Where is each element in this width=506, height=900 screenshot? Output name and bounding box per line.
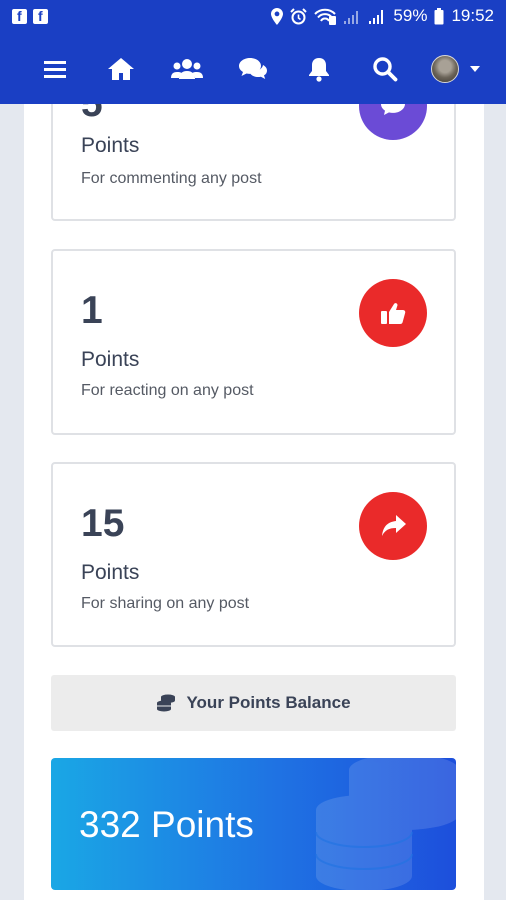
home-icon[interactable] [105, 54, 137, 84]
signal-icon [369, 9, 384, 24]
app-header: 59% 19:52 [0, 0, 506, 104]
messages-icon[interactable] [237, 54, 269, 84]
notifications-bell-icon[interactable] [303, 54, 335, 84]
facebook-notification-icon [12, 8, 27, 24]
friends-icon[interactable] [171, 54, 203, 84]
total-points-card: 332 Points [51, 758, 456, 890]
points-label: Points [81, 134, 140, 157]
main-nav [0, 46, 506, 92]
facebook-notification-icon [33, 8, 48, 24]
points-value: 1 [81, 289, 103, 332]
search-icon[interactable] [369, 54, 401, 84]
coins-icon [157, 694, 176, 712]
points-description: For reacting on any post [81, 382, 254, 399]
battery-percent: 59% [393, 6, 428, 25]
signal-icon [344, 10, 359, 24]
points-balance-label: Your Points Balance [186, 693, 351, 712]
points-page: 5 Points For commenting any post 1 Point… [24, 104, 484, 900]
points-card-reacting: 1 Points For reacting on any post [51, 249, 456, 435]
points-description: For commenting any post [81, 170, 262, 187]
battery-icon [434, 7, 444, 24]
thumbs-up-icon [359, 279, 427, 347]
points-card-commenting: 5 Points For commenting any post [51, 104, 456, 221]
chevron-down-icon[interactable] [470, 66, 480, 72]
points-label: Points [81, 561, 140, 584]
points-label: Points [81, 348, 140, 371]
clock: 19:52 [451, 6, 494, 25]
status-bar: 59% 19:52 [0, 0, 506, 36]
points-card-sharing: 15 Points For sharing on any post [51, 462, 456, 647]
menu-icon[interactable] [39, 54, 71, 84]
points-value: 15 [81, 502, 125, 545]
avatar[interactable] [431, 55, 459, 83]
points-balance-header: Your Points Balance [51, 675, 456, 731]
points-description: For sharing on any post [81, 595, 250, 612]
profile-avatar[interactable] [429, 54, 461, 84]
wifi-icon [314, 8, 337, 25]
comment-icon [359, 104, 427, 140]
total-points-value: 332 Points [79, 804, 254, 845]
coins-icon [315, 758, 456, 890]
alarm-icon [290, 7, 308, 24]
points-value: 5 [81, 104, 103, 126]
share-icon [359, 492, 427, 560]
location-icon [271, 7, 284, 25]
